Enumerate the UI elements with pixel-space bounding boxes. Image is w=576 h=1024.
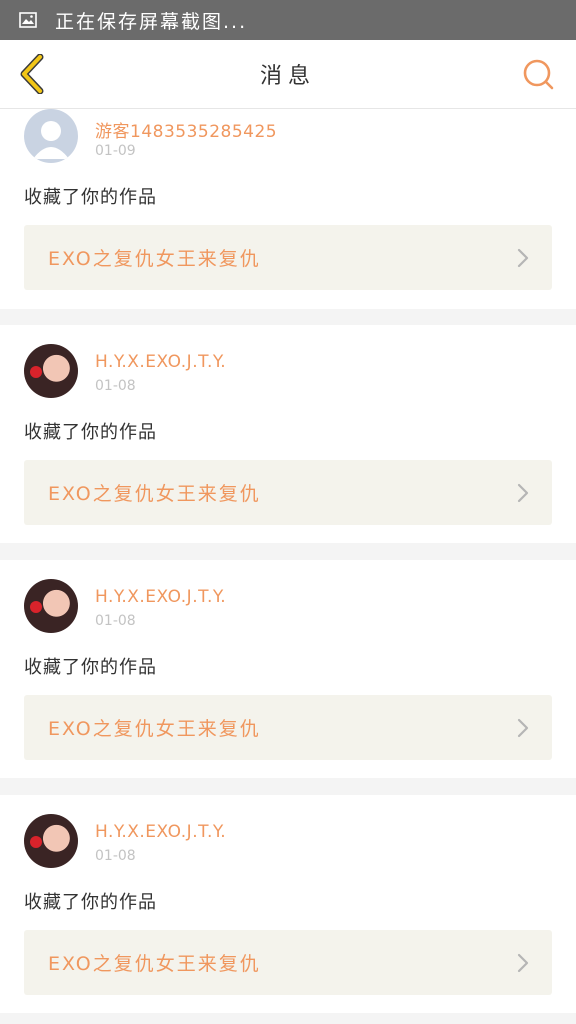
status-bar: 正在保存屏幕截图...: [0, 0, 576, 40]
avatar[interactable]: [24, 344, 78, 398]
work-link[interactable]: EXO之复仇女王来复仇: [24, 460, 552, 525]
user-name[interactable]: H.Y.X.EXO.J.T.Y.: [95, 352, 226, 372]
notification-date: 01-08: [95, 378, 136, 394]
page-title: 消息: [259, 64, 316, 89]
avatar[interactable]: [24, 579, 78, 633]
top-nav-bar: 消息: [0, 40, 576, 109]
avatar[interactable]: [24, 814, 78, 868]
search-icon: [523, 59, 554, 90]
chevron-left-icon: [20, 54, 44, 94]
user-name[interactable]: 游客1483535285425: [95, 117, 277, 142]
action-text: 收藏了你的作品: [24, 422, 157, 443]
notification-list[interactable]: 游客1483535285425 01-09 收藏了你的作品 EXO之复仇女王来复…: [0, 109, 576, 1024]
flower-decoration: [30, 601, 42, 613]
action-text: 收藏了你的作品: [24, 187, 157, 208]
work-title: EXO之复仇女王来复仇: [48, 718, 261, 740]
notification-date: 01-08: [95, 613, 136, 629]
chevron-right-icon: [517, 718, 529, 738]
work-link[interactable]: EXO之复仇女王来复仇: [24, 225, 552, 290]
notification-date: 01-09: [95, 143, 136, 159]
notification-card: 游客1483535285425 01-09 收藏了你的作品 EXO之复仇女王来复…: [0, 109, 576, 309]
flower-decoration: [30, 366, 42, 378]
image-icon: [19, 12, 37, 28]
chevron-right-icon: [517, 953, 529, 973]
work-title: EXO之复仇女王来复仇: [48, 953, 261, 975]
back-button[interactable]: [10, 52, 54, 96]
work-link[interactable]: EXO之复仇女王来复仇: [24, 930, 552, 995]
chevron-right-icon: [517, 248, 529, 268]
work-title: EXO之复仇女王来复仇: [48, 483, 261, 505]
work-link[interactable]: EXO之复仇女王来复仇: [24, 695, 552, 760]
action-text: 收藏了你的作品: [24, 657, 157, 678]
chevron-right-icon: [517, 483, 529, 503]
action-text: 收藏了你的作品: [24, 892, 157, 913]
user-name[interactable]: H.Y.X.EXO.J.T.Y.: [95, 822, 226, 842]
user-name[interactable]: H.Y.X.EXO.J.T.Y.: [95, 587, 226, 607]
notification-date: 01-08: [95, 848, 136, 864]
status-text: 正在保存屏幕截图...: [55, 10, 248, 33]
avatar[interactable]: [24, 109, 78, 163]
flower-decoration: [30, 836, 42, 848]
notification-card: H.Y.X.EXO.J.T.Y. 01-08 收藏了你的作品 EXO之复仇女王来…: [0, 795, 576, 1013]
notification-card: H.Y.X.EXO.J.T.Y. 01-08 收藏了你的作品 EXO之复仇女王来…: [0, 325, 576, 543]
search-button[interactable]: [518, 54, 558, 94]
notification-card: H.Y.X.EXO.J.T.Y. 01-08 收藏了你的作品 EXO之复仇女王来…: [0, 560, 576, 778]
work-title: EXO之复仇女王来复仇: [48, 248, 261, 270]
